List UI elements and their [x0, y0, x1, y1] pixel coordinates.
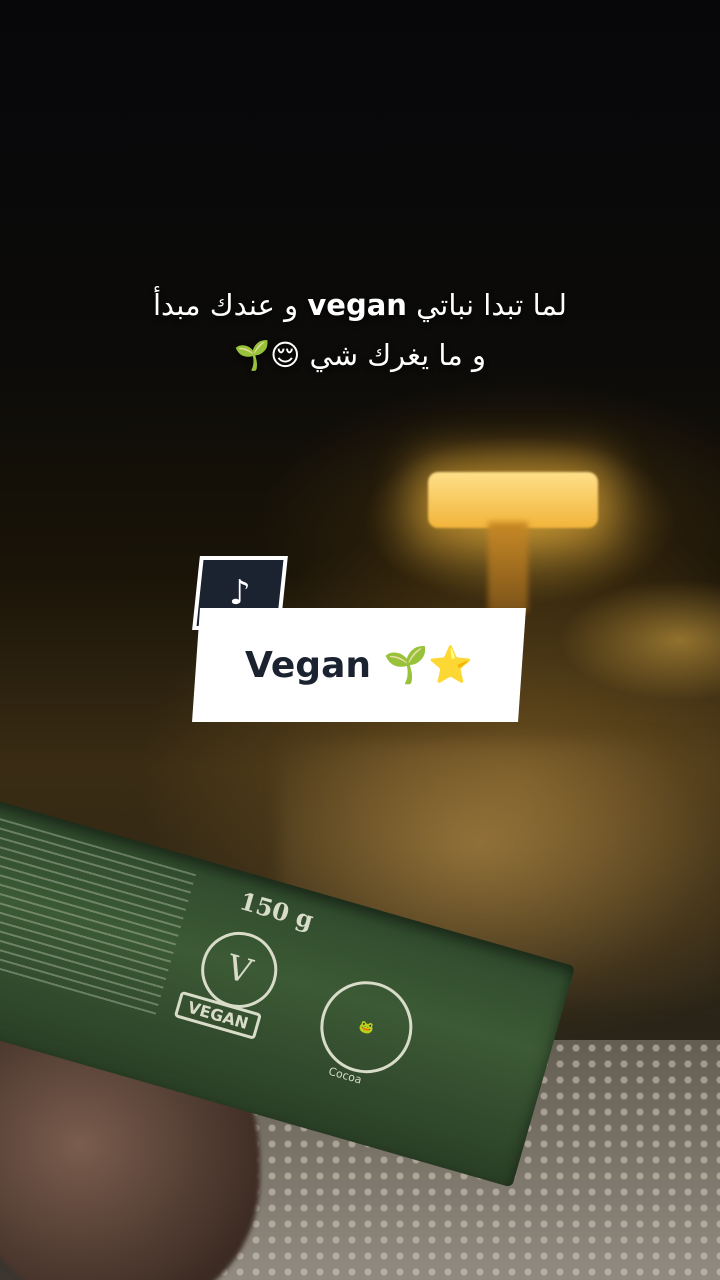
package-fine-print [0, 813, 196, 1019]
tiktok-glyph: ♪ [229, 573, 251, 613]
caption-vegan-word: vegan [307, 288, 407, 322]
lamp-stem [488, 522, 528, 612]
video-caption: لما تبدا نباتي vegan و عندك مبدأ و ما يغ… [110, 280, 610, 380]
frog-icon: 🐸 [309, 970, 424, 1085]
package-weight: 150 g [236, 886, 317, 935]
lamp-light [428, 472, 598, 528]
tiktok-name-card: Vegan 🌱⭐ [192, 608, 526, 722]
card-label: Vegan 🌱⭐ [244, 645, 474, 686]
caption-line-1: لما تبدا نباتي vegan و عندك مبدأ [110, 280, 610, 330]
video-frame: 150 g V VEGAN 🐸 Cocoa لما تبدا نباتي veg… [0, 0, 720, 1280]
caption-line-2: و ما يغرك شي 😌🌱 [233, 338, 487, 372]
caption-line-1-prefix: لما تبدا نباتي [416, 288, 568, 322]
caption-line-1-suffix: و عندك مبدأ [152, 288, 299, 322]
